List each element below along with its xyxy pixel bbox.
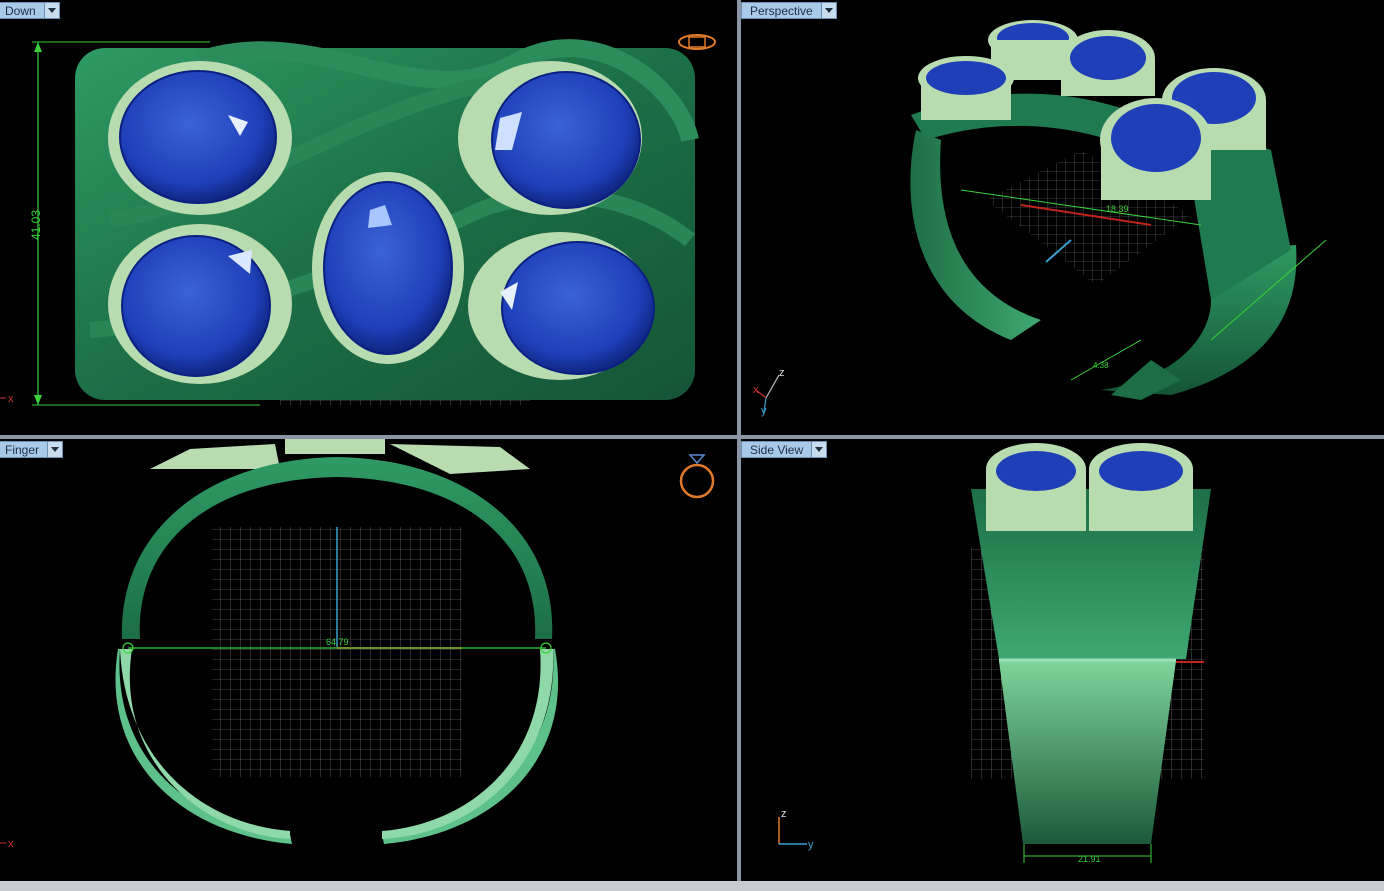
gem-setting	[1100, 98, 1212, 200]
dimension-value: 18.39	[1106, 204, 1129, 214]
ring-top-icon[interactable]	[678, 34, 716, 50]
gem-top-left	[108, 61, 292, 215]
ring-icon[interactable]	[679, 454, 715, 499]
viewport-label-down[interactable]: Down	[0, 2, 60, 19]
chevron-down-icon	[47, 8, 56, 13]
down-view-canvas: 41.03 x	[0, 34, 716, 406]
finger-view-canvas: 64.79 x	[0, 439, 715, 850]
viewport-down[interactable]: 41.03 x Down	[0, 0, 737, 435]
ring-band-inner	[910, 130, 1041, 340]
viewport-label-finger[interactable]: Finger	[0, 441, 64, 458]
viewport-dropdown-button[interactable]	[812, 441, 828, 458]
viewport-perspective[interactable]: 18.39 4.38 z x y Perspective	[741, 0, 1384, 435]
axis-z-label: z	[781, 808, 787, 820]
dimension-value: 41.03	[29, 210, 43, 240]
viewport-side[interactable]: 21.91 z y Side View	[741, 439, 1384, 881]
chevron-down-icon	[51, 447, 60, 452]
chevron-down-icon	[824, 8, 833, 13]
gem-setting	[986, 443, 1086, 531]
viewport-label-perspective[interactable]: Perspective	[741, 2, 837, 19]
dimension-value: 64.79	[326, 637, 349, 647]
axis-y-label: y	[808, 839, 814, 851]
axis-z-label: z	[779, 367, 785, 379]
perspective-canvas: 18.39 4.38 z x y	[753, 20, 1327, 417]
axis-x-label: x	[8, 838, 14, 850]
gem-setting	[918, 56, 1014, 120]
viewport-name: Perspective	[741, 2, 822, 19]
viewport-splitter-horizontal[interactable]	[0, 435, 1384, 439]
ring-shank-lower	[999, 661, 1176, 844]
gem-center	[312, 172, 464, 364]
viewport-name: Side View	[741, 441, 813, 458]
ring-band-outer	[1101, 245, 1297, 395]
axis-indicator: z y	[778, 808, 814, 851]
viewport-name: Finger	[0, 441, 49, 458]
gem-bottom-left	[108, 224, 292, 384]
viewport-label-side[interactable]: Side View	[741, 441, 828, 458]
gem-top-right	[458, 61, 642, 215]
viewport-finger[interactable]: 64.79 x Finger	[0, 439, 737, 881]
dimension-value: 4.38	[1093, 361, 1109, 370]
viewport-splitter-vertical[interactable]	[737, 0, 741, 881]
axis-x-label: x	[8, 393, 14, 405]
viewport-dropdown-button[interactable]	[48, 441, 64, 458]
axis-indicator: z x y	[753, 367, 785, 417]
chevron-down-icon	[815, 447, 824, 452]
side-view-canvas: 21.91 z y	[778, 443, 1211, 864]
viewport-dropdown-button[interactable]	[821, 2, 837, 19]
axis-y-label: y	[761, 405, 767, 417]
dimension-value: 21.91	[1078, 854, 1101, 864]
gem-setting	[285, 439, 385, 454]
viewport-dropdown-button[interactable]	[44, 2, 60, 19]
viewport-name: Down	[0, 2, 45, 19]
axis-x-label: x	[753, 384, 759, 396]
gem-setting	[1089, 443, 1193, 531]
gem-setting	[150, 444, 280, 469]
gem-setting	[1061, 30, 1155, 96]
status-strip	[0, 881, 1384, 891]
